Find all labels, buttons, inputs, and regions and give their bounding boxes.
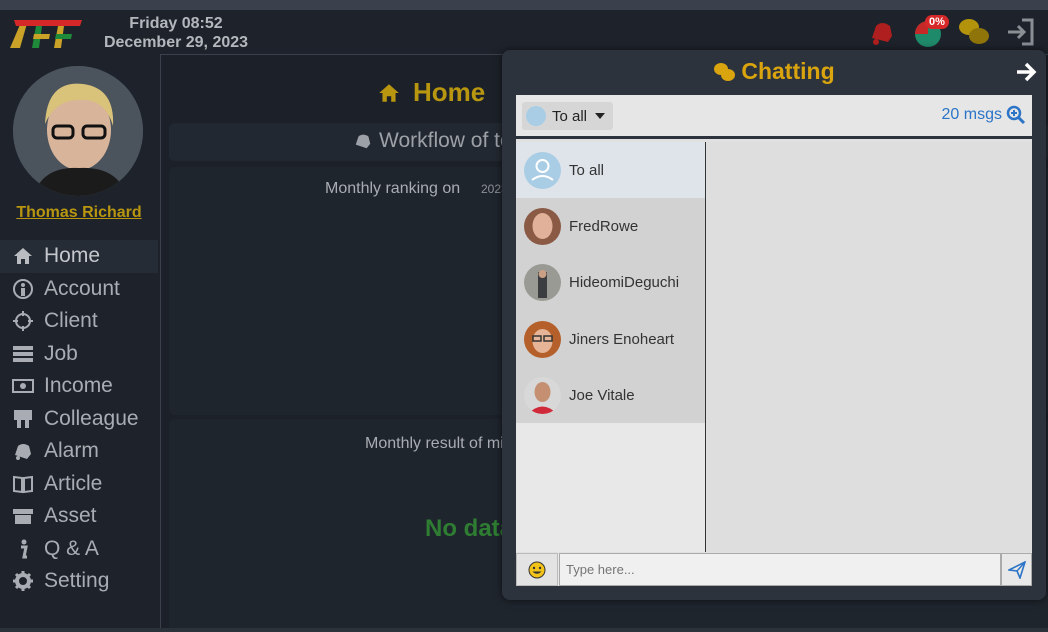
sidebar-item-client[interactable]: Client [0, 305, 158, 338]
progress-badge: 0% [925, 15, 949, 29]
home-icon [379, 83, 399, 102]
chat-toolbar: To all 20 msgs [516, 95, 1032, 139]
recipient-name: Jiners Enoheart [569, 330, 675, 348]
top-strip [0, 0, 1048, 10]
sidebar-item-label: Asset [44, 504, 97, 528]
sidebar-item-label: Income [44, 374, 113, 398]
crosshair-icon [13, 311, 33, 332]
bottom-strip [0, 628, 1048, 632]
chat-body: To all 20 msgs To all FredRowe HideomiDe… [516, 95, 1032, 586]
bell-icon [15, 444, 31, 461]
sidebar-item-setting[interactable]: Setting [0, 565, 158, 598]
group-avatar [526, 106, 546, 126]
message-count-text: 20 msgs [941, 106, 1002, 123]
sidebar-item-label: Home [44, 244, 101, 268]
sidebar-item-article[interactable]: Article [0, 468, 158, 501]
sidebar-item-alarm[interactable]: Alarm [0, 435, 158, 468]
chat-title: Chatting [502, 58, 1046, 85]
recipient-item[interactable]: To all [516, 142, 705, 199]
recipient-name: HideomiDeguchi [569, 274, 680, 292]
sidebar-item-label: Article [44, 471, 103, 495]
bell-icon[interactable] [866, 16, 898, 48]
chat-icon[interactable] [958, 16, 990, 48]
page-title-text: Home [413, 77, 486, 107]
sidebar-item-label: Colleague [44, 406, 139, 430]
sidebar-item-label: Job [44, 341, 78, 365]
result-heading: Monthly result of mine [365, 435, 522, 452]
zoom-in-icon [1006, 105, 1026, 125]
recipient-item[interactable]: HideomiDeguchi [516, 254, 705, 311]
account-icon [13, 278, 33, 299]
date-text: December 29, 2023 [103, 34, 249, 51]
avatar [524, 207, 561, 245]
ranking-heading: Monthly ranking on [325, 180, 461, 197]
no-data-text: No data [425, 515, 514, 542]
recipient-list: To all FredRowe HideomiDeguchi Jiners En… [516, 142, 706, 552]
sidebar-item-qa[interactable]: Q & A [0, 533, 158, 566]
chat-title-text: Chatting [741, 58, 835, 84]
sidebar-item-job[interactable]: Job [0, 338, 158, 371]
chat-icon [714, 62, 736, 81]
sidebar: Thomas Richard Home Account Client Job I… [0, 54, 158, 632]
recipient-dropdown[interactable]: To all [522, 102, 614, 130]
logout-icon[interactable] [1004, 16, 1036, 48]
sidebar-item-account[interactable]: Account [0, 273, 158, 306]
app-logo[interactable] [6, 14, 86, 50]
sidebar-item-label: Setting [44, 569, 110, 593]
group-avatar [524, 151, 561, 189]
send-button[interactable] [1001, 553, 1032, 586]
avatar [524, 376, 561, 414]
money-icon [12, 379, 34, 394]
send-icon [1007, 560, 1026, 579]
info-icon [21, 539, 28, 559]
sidebar-item-label: Alarm [44, 439, 99, 463]
username-link[interactable]: Thomas Richard [0, 204, 158, 222]
avatar [524, 320, 561, 358]
recipient-name: Joe Vitale [569, 386, 635, 404]
colleague-icon [14, 409, 32, 428]
sidebar-item-label: Client [44, 309, 98, 333]
box-icon [13, 509, 33, 525]
recipient-name: To all [569, 161, 605, 179]
recipient-name: FredRowe [569, 217, 639, 235]
user-avatar[interactable] [13, 66, 143, 196]
bell-icon [355, 134, 371, 149]
header: Friday 08:52 December 29, 2023 0% [0, 10, 1048, 54]
sidebar-item-asset[interactable]: Asset [0, 500, 158, 533]
chat-input-row [516, 553, 1032, 586]
recipient-item[interactable]: Joe Vitale [516, 367, 705, 424]
sidebar-item-label: Q & A [44, 536, 99, 560]
emoji-button[interactable] [516, 553, 558, 586]
home-icon [14, 248, 32, 265]
message-count[interactable]: 20 msgs [942, 105, 1026, 125]
arrow-right-icon[interactable] [1014, 60, 1038, 84]
sidebar-item-label: Account [44, 276, 120, 300]
sidebar-item-colleague[interactable]: Colleague [0, 403, 158, 436]
message-area [707, 142, 1032, 552]
gear-icon [13, 571, 33, 592]
sidebar-item-income[interactable]: Income [0, 370, 158, 403]
recipient-label: To all [552, 107, 588, 125]
recipient-item[interactable]: FredRowe [516, 198, 705, 255]
chat-window: Chatting To all 20 msgs To all FredRowe … [502, 50, 1046, 600]
sidebar-item-home[interactable]: Home [0, 240, 158, 273]
page-title: Home [377, 77, 485, 108]
sidebar-nav: Home Account Client Job Income Colleague… [0, 240, 158, 598]
day-time: Friday 08:52 [129, 15, 223, 32]
emoji-icon [528, 561, 546, 578]
recipient-item[interactable]: Jiners Enoheart [516, 310, 705, 368]
caret-down-icon [595, 113, 606, 119]
job-list-icon [13, 345, 33, 362]
book-icon [13, 475, 33, 493]
datetime: Friday 08:52 December 29, 2023 [96, 14, 256, 52]
message-input[interactable] [559, 553, 1001, 586]
avatar [524, 264, 561, 302]
